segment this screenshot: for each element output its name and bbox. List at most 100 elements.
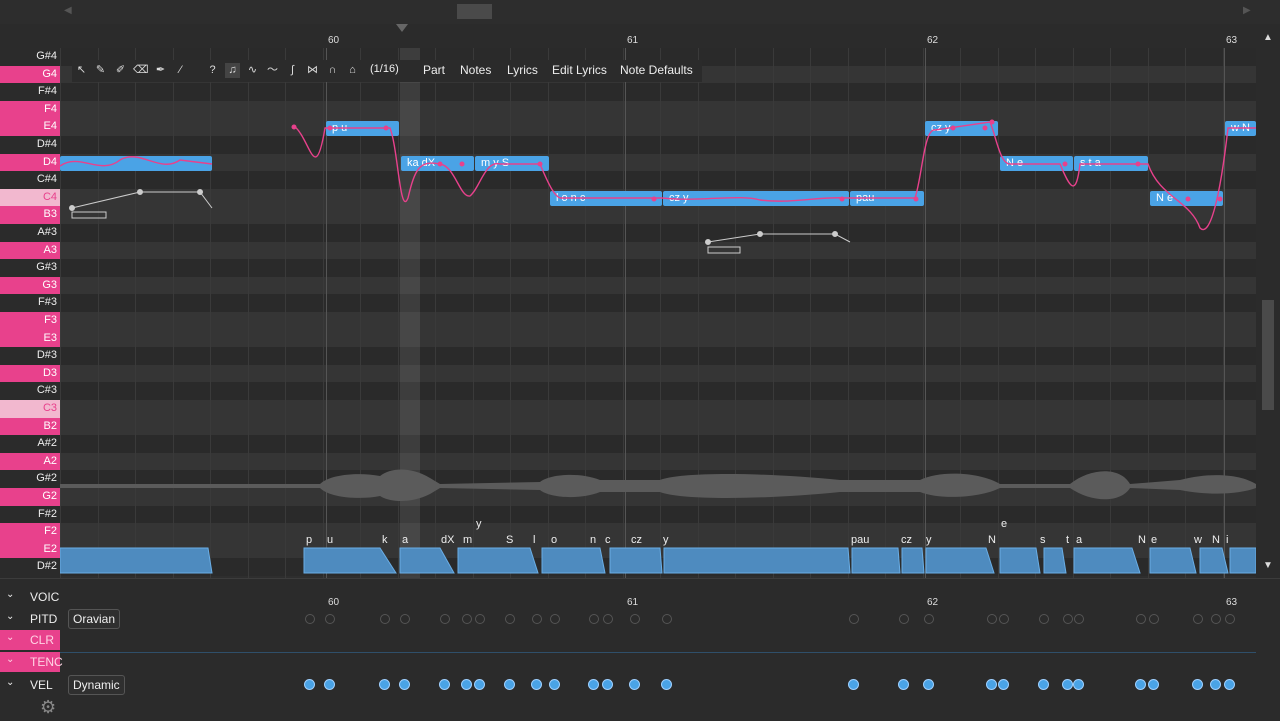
pitch-ease-icon[interactable]: ∫ <box>285 63 300 78</box>
phoneme-label[interactable]: cz <box>901 534 912 546</box>
pitd-point[interactable] <box>505 614 515 624</box>
phoneme-label[interactable]: u <box>327 534 333 546</box>
piano-key[interactable]: F#3 <box>0 294 60 312</box>
velocity-point[interactable] <box>1062 679 1073 690</box>
piano-key[interactable]: C3 <box>0 400 60 418</box>
velocity-point[interactable] <box>1038 679 1049 690</box>
phoneme-label[interactable]: s <box>1040 534 1046 546</box>
piano-key[interactable]: G2 <box>0 488 60 506</box>
piano-key[interactable]: G#2 <box>0 470 60 488</box>
velocity-point[interactable] <box>1073 679 1084 690</box>
piano-key[interactable]: E2 <box>0 540 60 559</box>
piano-key[interactable]: C#3 <box>0 382 60 400</box>
piano-key[interactable]: F4 <box>0 100 60 119</box>
piano-key[interactable]: G#3 <box>0 259 60 277</box>
envelope-icon[interactable]: ∩ <box>325 63 340 78</box>
piano-key[interactable]: C#4 <box>0 171 60 189</box>
horizontal-scrollbar[interactable]: ◀ ▶ <box>0 0 1280 24</box>
pitch-curve-icon[interactable]: 〜 <box>265 63 280 78</box>
piano-key[interactable]: G3 <box>0 276 60 295</box>
chevron-down-icon[interactable]: ⌄ <box>6 654 14 665</box>
vertical-scroll-thumb[interactable] <box>1262 300 1274 410</box>
phoneme-label[interactable]: e <box>1001 518 1007 530</box>
velocity-point[interactable] <box>629 679 640 690</box>
chevron-down-icon[interactable]: ⌄ <box>6 677 14 688</box>
help-icon[interactable]: ? <box>205 63 220 78</box>
piano-key[interactable]: E3 <box>0 329 60 348</box>
piano-key[interactable]: D#3 <box>0 347 60 365</box>
pitd-point[interactable] <box>1136 614 1146 624</box>
piano-key[interactable]: F#2 <box>0 505 60 524</box>
note-icon[interactable]: ♫ <box>225 63 240 78</box>
pointer-tool-icon[interactable]: ↖ <box>74 63 89 78</box>
phoneme-label[interactable]: N <box>988 534 996 546</box>
piano-keyboard[interactable]: G#4 G4 F#4 F4 E4 D#4 D4 C#4 C4 B3 A#3 A3 G#3 G3 F#3 F3 E… <box>0 48 60 578</box>
pitd-point[interactable] <box>1149 614 1159 624</box>
velocity-point[interactable] <box>1135 679 1146 690</box>
velocity-point[interactable] <box>1148 679 1159 690</box>
pitd-point[interactable] <box>1074 614 1084 624</box>
phoneme-label[interactable]: a <box>1076 534 1082 546</box>
phoneme-label[interactable]: y <box>663 534 669 546</box>
menu-edit-lyrics[interactable]: Edit Lyrics <box>552 63 607 77</box>
piano-key[interactable]: B3 <box>0 206 60 224</box>
chevron-down-icon[interactable]: ⌄ <box>6 611 14 622</box>
phoneme-label[interactable]: y <box>926 534 932 546</box>
vibrato-icon[interactable]: ∿ <box>245 63 260 78</box>
pitd-point[interactable] <box>999 614 1009 624</box>
scroll-up-icon[interactable]: ▲ <box>1263 32 1273 43</box>
phoneme-label[interactable]: k <box>382 534 388 546</box>
piano-key[interactable]: A2 <box>0 452 60 471</box>
piano-key[interactable]: C4 <box>0 188 60 207</box>
velocity-point[interactable] <box>379 679 390 690</box>
velocity-point[interactable] <box>661 679 672 690</box>
pitd-point[interactable] <box>400 614 410 624</box>
overlap-icon[interactable]: ⌂ <box>345 63 360 78</box>
eraser-tool-icon[interactable]: ⌫ <box>133 63 149 78</box>
piano-key[interactable]: E4 <box>0 118 60 136</box>
pitd-point[interactable] <box>589 614 599 624</box>
phoneme-label[interactable]: t <box>1066 534 1069 546</box>
expression-row-tenc[interactable]: ⌄ TENC <box>0 652 63 672</box>
piano-key[interactable]: B2 <box>0 417 60 436</box>
piano-key[interactable]: D#4 <box>0 136 60 154</box>
menu-part[interactable]: Part <box>423 63 445 77</box>
chevron-down-icon[interactable]: ⌄ <box>6 632 14 643</box>
pencil-tool-icon[interactable]: ✎ <box>93 63 108 78</box>
velocity-point[interactable] <box>439 679 450 690</box>
phoneme-label[interactable]: pau <box>851 534 869 546</box>
velocity-point[interactable] <box>986 679 997 690</box>
velocity-point[interactable] <box>923 679 934 690</box>
pitd-point[interactable] <box>849 614 859 624</box>
pitd-point[interactable] <box>440 614 450 624</box>
snap-division[interactable]: (1/16) <box>370 63 399 75</box>
phoneme-label[interactable]: i <box>1226 534 1228 546</box>
pitd-point[interactable] <box>630 614 640 624</box>
phoneme-label[interactable]: w <box>1194 534 1202 546</box>
pitd-point[interactable] <box>987 614 997 624</box>
piano-key[interactable]: G#4 <box>0 48 60 66</box>
phoneme-label[interactable]: e <box>1151 534 1157 546</box>
expression-row-clr[interactable]: ⌄ CLR <box>0 630 60 650</box>
velocity-point[interactable] <box>848 679 859 690</box>
split-icon[interactable]: ⋈ <box>305 63 320 78</box>
pitd-point[interactable] <box>550 614 560 624</box>
pitd-point[interactable] <box>1225 614 1235 624</box>
phoneme-label[interactable]: c <box>605 534 611 546</box>
knife-tool-icon[interactable]: ⁄ <box>173 63 188 78</box>
velocity-point[interactable] <box>531 679 542 690</box>
piano-key[interactable]: D#2 <box>0 558 60 576</box>
pitd-point[interactable] <box>475 614 485 624</box>
playhead-marker[interactable] <box>396 24 408 32</box>
expression-row-vel[interactable]: ⌄ VEL <box>0 675 60 695</box>
pitd-point[interactable] <box>924 614 934 624</box>
piano-key[interactable]: G4 <box>0 65 60 84</box>
scroll-left-icon[interactable]: ◀ <box>64 5 72 16</box>
piano-key[interactable]: A#3 <box>0 224 60 242</box>
velocity-point[interactable] <box>998 679 1009 690</box>
phoneme-label[interactable]: p <box>306 534 312 546</box>
velocity-point[interactable] <box>588 679 599 690</box>
velocity-point[interactable] <box>1224 679 1235 690</box>
pitd-point[interactable] <box>532 614 542 624</box>
expression-row-voic[interactable]: ⌄ VOIC <box>0 587 60 607</box>
